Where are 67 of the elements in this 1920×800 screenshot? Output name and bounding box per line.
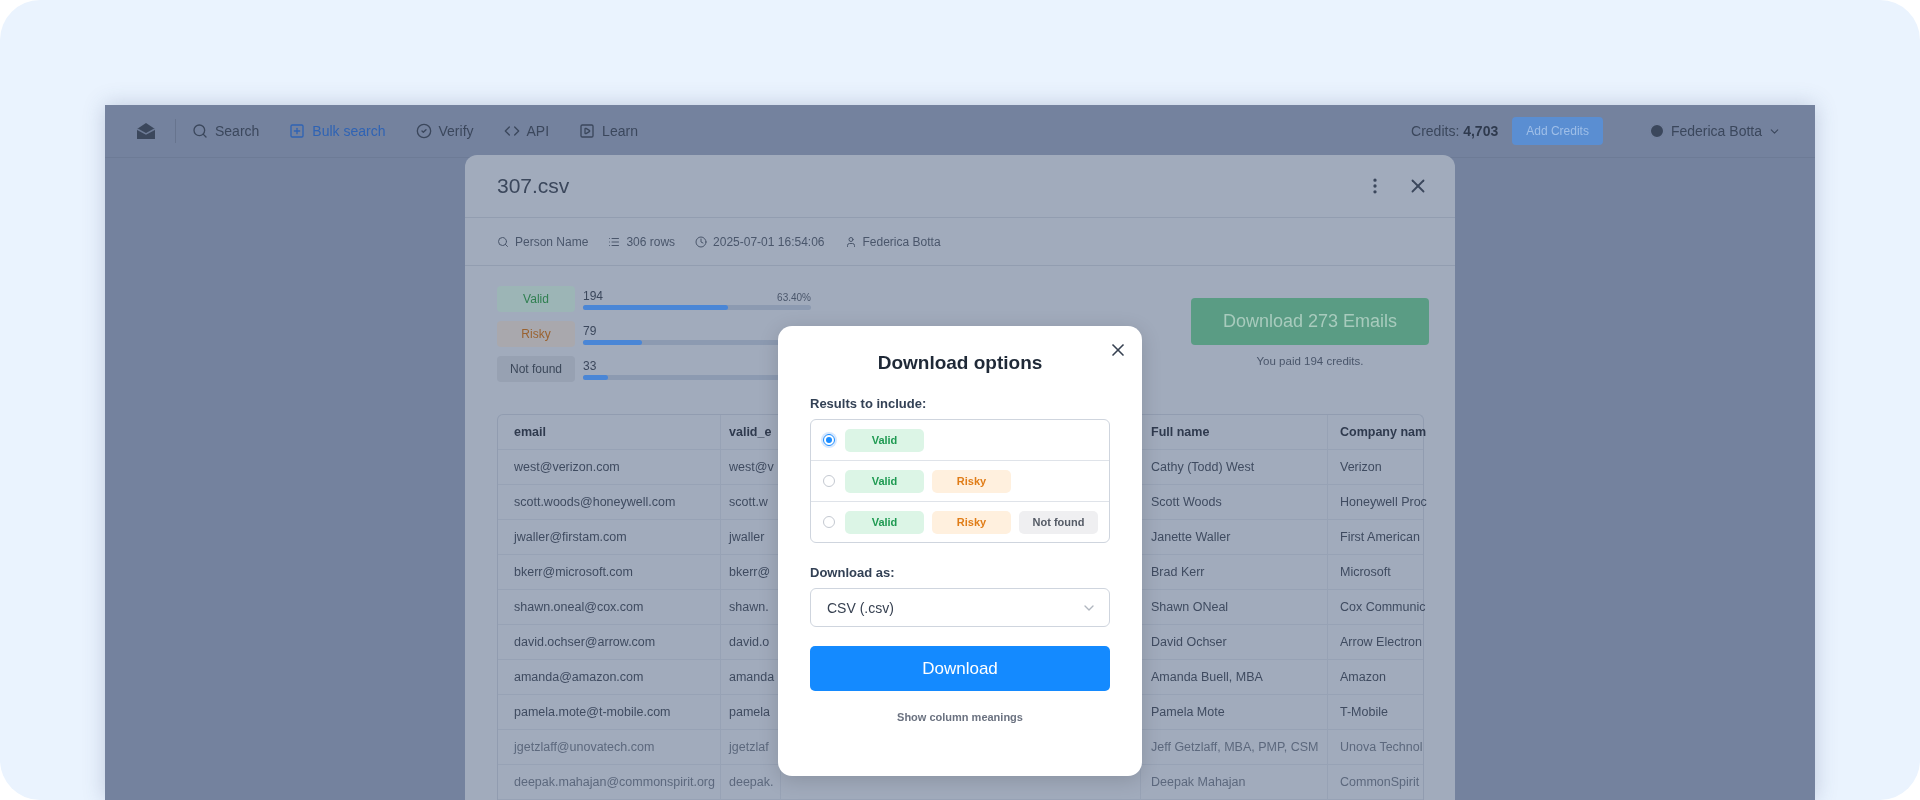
status-badge: Not found (497, 356, 575, 382)
download-button[interactable]: Download (810, 646, 1110, 691)
table-cell: jgetzlaff@unovatech.com (498, 730, 721, 765)
user-icon (844, 235, 857, 248)
status-count: 33 (583, 358, 597, 373)
status-badge: Risky (497, 321, 575, 347)
section-label: Download as: (810, 565, 896, 580)
status-badge: Risky (932, 510, 1011, 534)
status-percent: 63.40% (777, 291, 811, 303)
file-meta: 306 rows (626, 234, 676, 249)
table-cell: jwaller@firstam.com (498, 520, 721, 555)
table-cell: pamela.mote@t-mobile.com (498, 695, 721, 730)
column-meanings-link[interactable]: Show column meanings (897, 711, 1023, 723)
table-cell: deepak.mahajan@commonspirit.org (498, 765, 721, 800)
download-emails-button[interactable]: Download 273 Emails (1191, 298, 1429, 345)
search-icon (497, 235, 509, 248)
status-count: 194 (583, 288, 604, 303)
table-cell: Verizon (1328, 450, 1423, 485)
file-meta: 2025-07-01 16:54:06 (713, 234, 825, 249)
table-cell: shawn.oneal@cox.com (498, 590, 721, 625)
user-avatar-icon (1648, 123, 1665, 139)
file-meta: Federica Botta (862, 234, 941, 249)
column-header: email (498, 415, 721, 450)
code-icon (503, 123, 520, 139)
play-square-icon (579, 123, 596, 139)
table-cell: scott.woods@honeywell.com (498, 485, 721, 520)
user-menu[interactable]: Federica Botta (1642, 122, 1787, 140)
nav-link[interactable]: Verify (415, 123, 474, 139)
table-cell: Microsoft (1328, 555, 1423, 590)
file-meta: Person Name (515, 234, 589, 249)
dialog-title: Download options (876, 352, 1044, 374)
paid-note: You paid 194 credits. (1256, 355, 1364, 367)
format-select[interactable]: CSV (.csv) (810, 588, 1110, 627)
plus-square-icon (289, 123, 306, 139)
table-cell: CommonSpirit (1328, 765, 1423, 800)
radio-button[interactable] (823, 434, 835, 446)
status-badge: Valid (845, 469, 924, 493)
list-icon (608, 235, 621, 248)
add-credits-button[interactable]: Add Credits (1512, 117, 1603, 145)
check-circle-icon (415, 123, 432, 139)
table-cell: Amazon (1328, 660, 1423, 695)
table-cell: Arrow Electron (1328, 625, 1423, 660)
table-cell: amanda@amazon.com (498, 660, 721, 695)
table-cell: west@verizon.com (498, 450, 721, 485)
file-title: 307.csv (497, 174, 570, 198)
clock-icon (695, 235, 708, 248)
table-cell: Deepak Mahajan (1141, 765, 1328, 800)
table-cell: Cox Communic (1328, 590, 1423, 625)
section-label: Results to include: (810, 396, 928, 411)
status-badge: Valid (845, 428, 924, 452)
status-badge: Valid (497, 286, 575, 312)
search-icon (192, 123, 208, 139)
nav-link[interactable]: Bulk search (289, 123, 386, 139)
table-cell: T-Mobile (1328, 695, 1423, 730)
table-cell: First American (1328, 520, 1423, 555)
status-badge: Risky (932, 469, 1011, 493)
nav-link[interactable]: API (503, 123, 550, 139)
nav-link[interactable]: Search (192, 123, 260, 139)
status-count: 79 (583, 323, 597, 338)
table-cell: Unova Technol (1328, 730, 1423, 765)
credits-balance: Credits: 4,703 (1411, 123, 1499, 139)
table-cell: bkerr@microsoft.com (498, 555, 721, 590)
status-badge: Not found (1019, 510, 1098, 534)
table-cell: david.ochser@arrow.com (498, 625, 721, 660)
envelope-icon[interactable] (135, 121, 157, 141)
nav-link[interactable]: Learn (579, 123, 638, 139)
status-badge: Valid (845, 510, 924, 534)
